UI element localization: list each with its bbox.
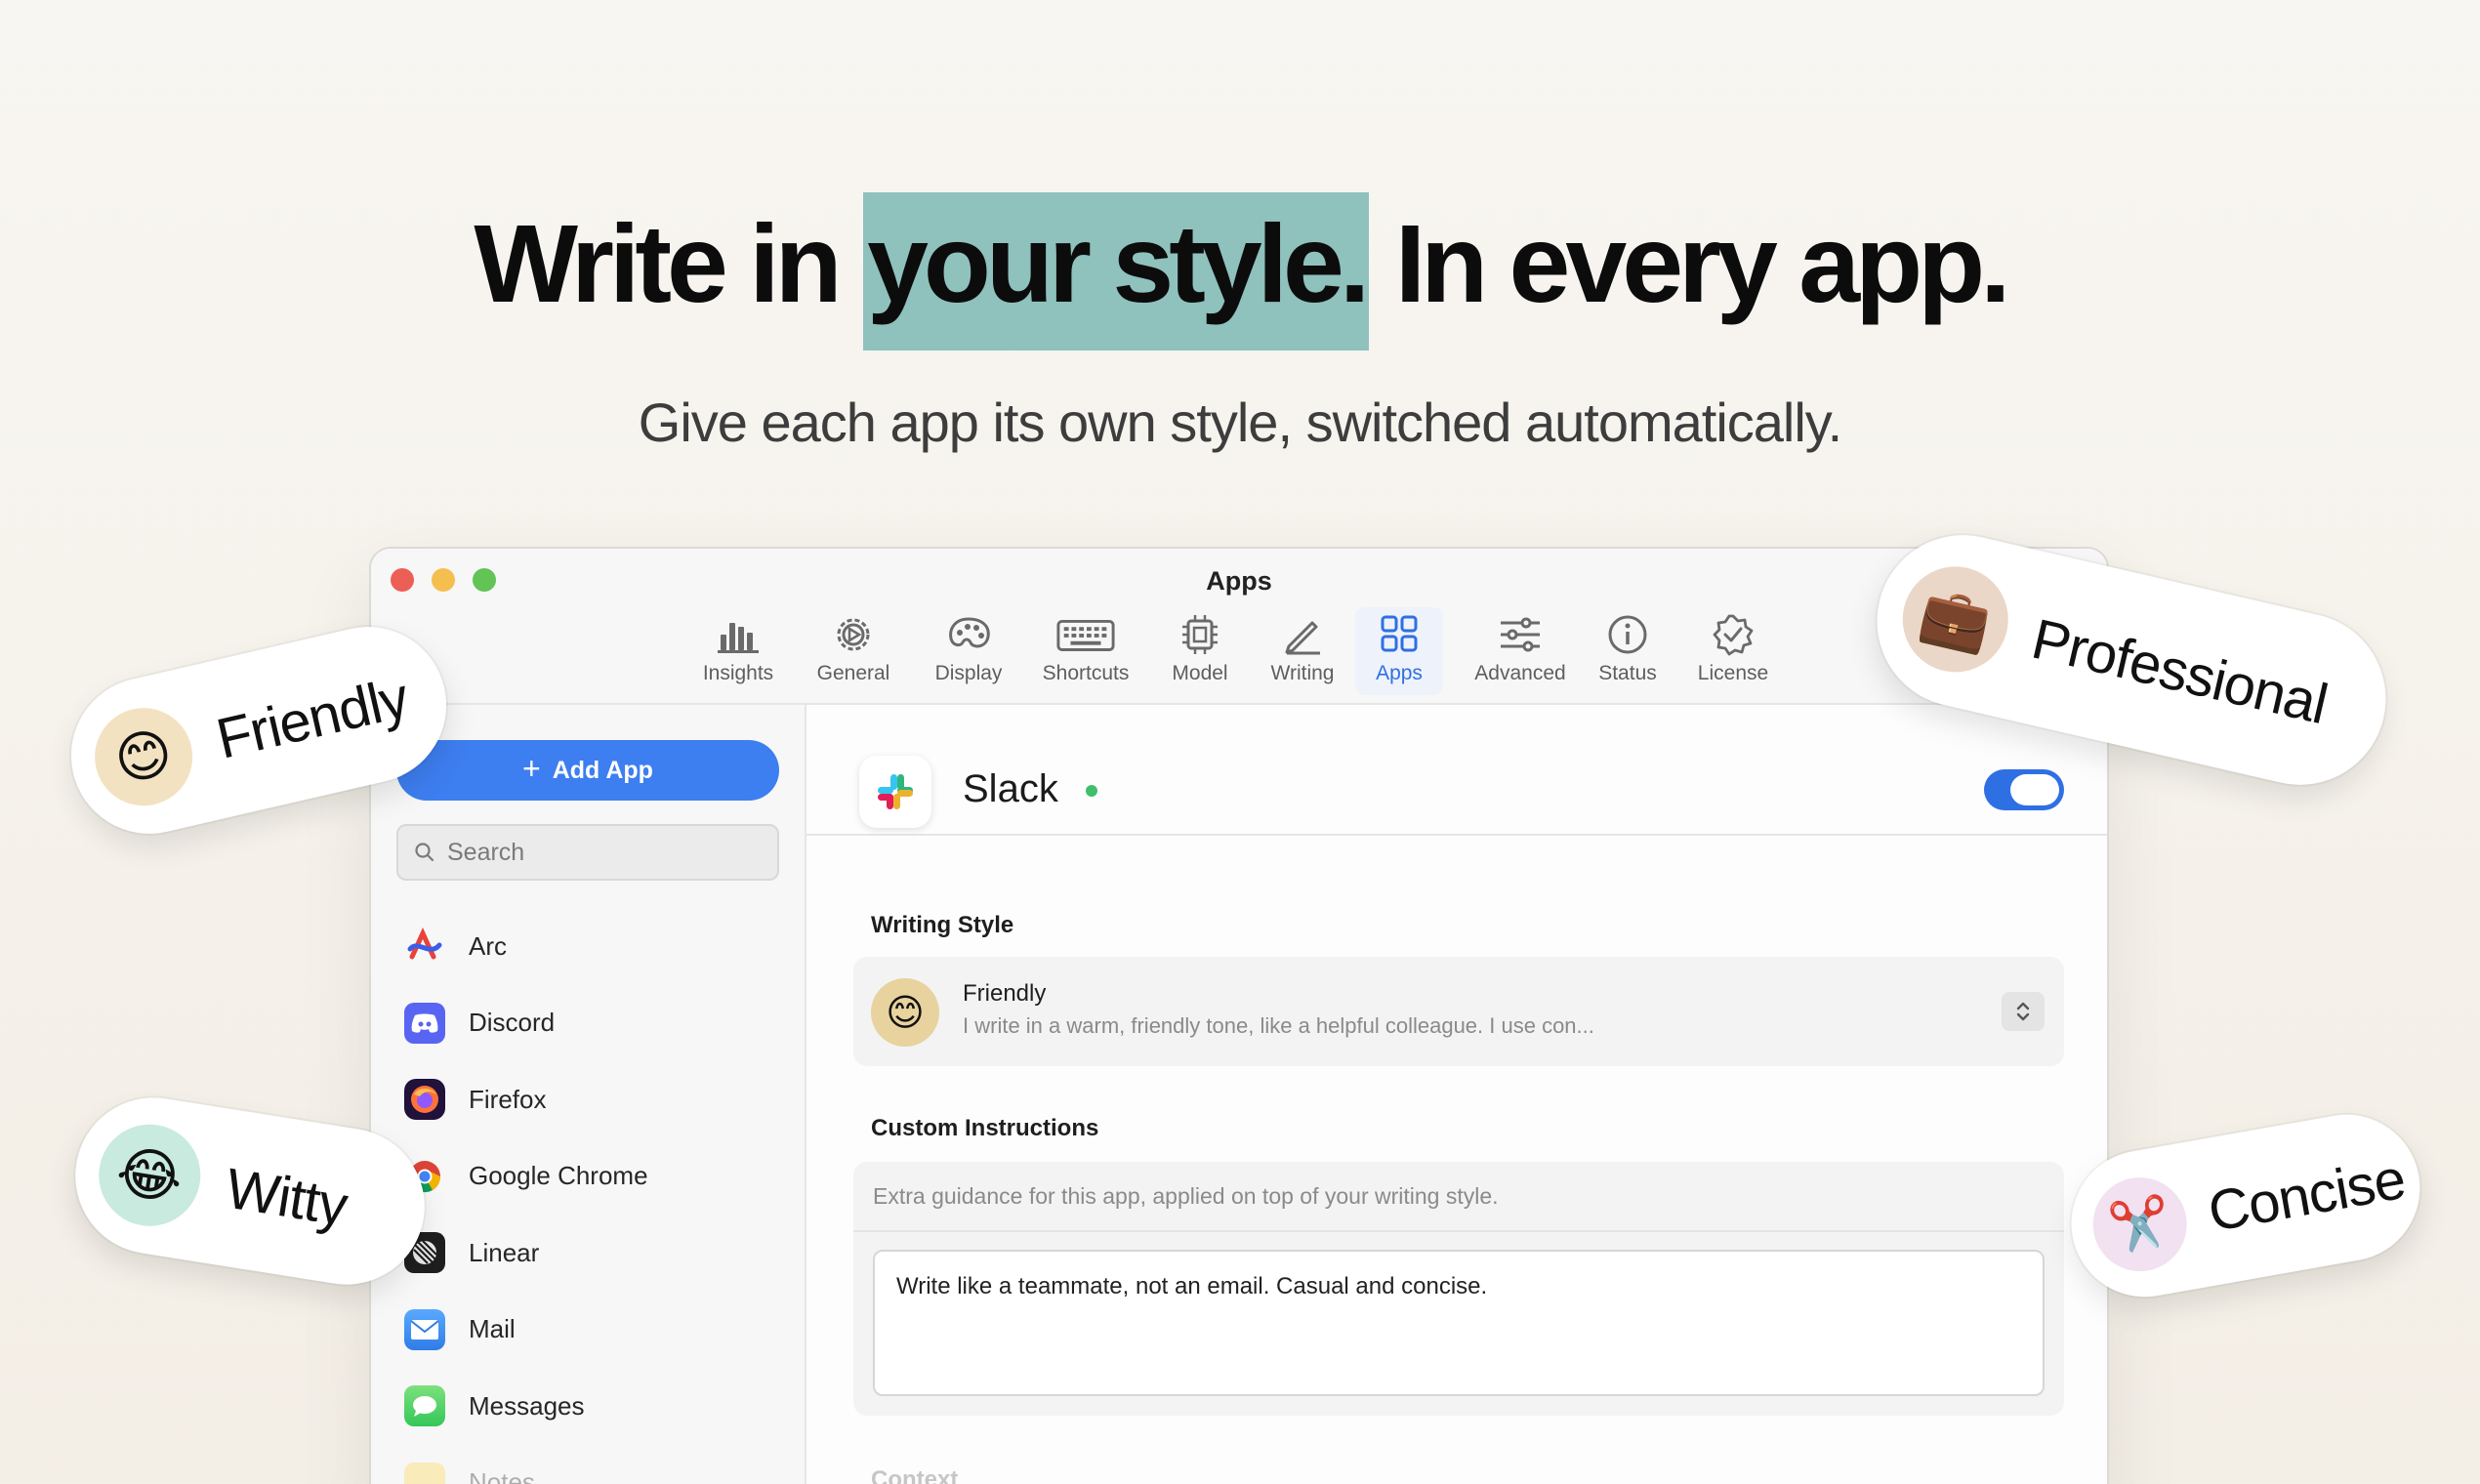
pencil-icon <box>1285 621 1320 655</box>
hero-title: Write in your style. In every app. <box>0 192 2480 350</box>
app-name: Arc <box>469 930 507 961</box>
list-item-firefox[interactable]: Firefox <box>404 1061 785 1138</box>
app-name: Mail <box>469 1314 516 1344</box>
firefox-icon <box>404 1079 445 1121</box>
search-input[interactable]: Search <box>396 824 779 881</box>
status-dot <box>1086 785 1097 797</box>
tab-apps[interactable]: Apps <box>1355 607 1443 695</box>
messages-icon <box>404 1385 445 1427</box>
search-icon <box>415 843 434 862</box>
tab-display[interactable]: Display <box>930 607 1008 695</box>
sliders-icon <box>1501 617 1540 652</box>
list-item-messages[interactable]: Messages <box>404 1368 785 1445</box>
list-item-discord[interactable]: Discord <box>404 985 785 1062</box>
list-item-notes[interactable]: Notes <box>404 1445 785 1484</box>
app-detail-panel: Slack Writing Style 😊 Friendly I write i… <box>806 705 2107 1484</box>
add-app-button[interactable]: + Add App <box>396 740 779 801</box>
tab-label: Advanced <box>1474 662 1566 684</box>
apps-sidebar: + Add App Search Arc Discord Firefox Goo… <box>371 705 806 1484</box>
tab-label: Shortcuts <box>1042 662 1130 684</box>
divider <box>853 1230 2064 1232</box>
tab-label: Insights <box>702 662 774 684</box>
list-item-google-chrome[interactable]: Google Chrome <box>404 1138 785 1216</box>
bar-chart-icon <box>718 623 759 653</box>
custom-instructions-textarea[interactable]: Write like a teammate, not an email. Cas… <box>873 1250 2045 1396</box>
pill-label: Concise <box>2203 1146 2410 1244</box>
app-list: Arc Discord Firefox Google Chrome Linear… <box>404 908 785 1484</box>
selected-app-name: Slack <box>963 767 1058 810</box>
slack-icon <box>859 756 931 828</box>
tab-label: Display <box>934 662 1003 684</box>
plus-icon: + <box>522 750 541 786</box>
app-name: Linear <box>469 1237 540 1267</box>
list-item-arc[interactable]: Arc <box>404 908 785 985</box>
keyboard-icon <box>1056 619 1115 651</box>
hero-title-highlight: your style. <box>863 192 1370 350</box>
context-heading: Context <box>871 1466 959 1484</box>
tab-license[interactable]: License <box>1691 607 1775 695</box>
app-name: Firefox <box>469 1084 547 1114</box>
writing-style-select[interactable]: 😊 Friendly I write in a warm, friendly t… <box>853 957 2064 1066</box>
style-description: I write in a warm, friendly tone, like a… <box>963 1013 1594 1038</box>
window-titlebar: Apps Insights General Display Shortcuts … <box>371 549 2107 705</box>
tab-label: General <box>816 662 890 684</box>
custom-instructions-hint: Extra guidance for this app, applied on … <box>873 1183 1499 1209</box>
tab-label: License <box>1697 662 1769 684</box>
window-title: Apps <box>1206 566 1272 596</box>
briefcase-icon: 💼 <box>1891 556 2019 683</box>
hero-title-start: Write in <box>474 202 864 325</box>
app-name: Messages <box>469 1390 585 1421</box>
chevron-up-down-icon[interactable] <box>2002 992 2045 1031</box>
info-icon <box>1608 615 1647 654</box>
gear-icon <box>837 618 870 651</box>
custom-instructions-card: Extra guidance for this app, applied on … <box>853 1162 2064 1416</box>
notes-icon <box>404 1462 445 1484</box>
custom-instructions-heading: Custom Instructions <box>871 1115 1099 1141</box>
search-placeholder: Search <box>447 838 525 866</box>
pill-label: Witty <box>222 1156 351 1238</box>
tab-label: Apps <box>1376 662 1423 684</box>
app-name: Discord <box>469 1008 556 1038</box>
tab-label: Status <box>1598 662 1657 684</box>
add-app-label: Add App <box>552 756 653 784</box>
settings-toolbar: Insights General Display Shortcuts Model… <box>371 607 2107 697</box>
grid-icon <box>1381 615 1418 652</box>
tab-insights[interactable]: Insights <box>699 607 777 695</box>
app-enabled-toggle[interactable] <box>1984 769 2064 810</box>
app-name: Google Chrome <box>469 1161 648 1191</box>
app-header: Slack <box>806 705 2107 836</box>
tab-advanced[interactable]: Advanced <box>1465 607 1576 695</box>
hero-subtitle: Give each app its own style, switched au… <box>638 392 1842 453</box>
settings-window: Apps Insights General Display Shortcuts … <box>369 547 2109 1484</box>
tab-model[interactable]: Model <box>1164 607 1236 695</box>
laughing-face-icon: 😂 <box>91 1117 208 1234</box>
pill-label: Friendly <box>210 665 414 771</box>
list-item-linear[interactable]: Linear <box>404 1215 785 1292</box>
tab-status[interactable]: Status <box>1593 607 1662 695</box>
style-name: Friendly <box>963 980 1047 1007</box>
tab-label: Model <box>1172 662 1228 684</box>
smiling-face-icon: 😊 <box>871 978 939 1047</box>
tab-general[interactable]: General <box>814 607 892 695</box>
mail-icon <box>404 1308 445 1350</box>
writing-style-heading: Writing Style <box>871 912 1014 938</box>
discord-icon <box>404 1002 445 1044</box>
scissors-icon: ✂️ <box>2086 1170 2195 1279</box>
smiling-face-icon: 😊 <box>85 698 203 816</box>
tab-label: Writing <box>1270 662 1335 684</box>
hero-title-end: In every app. <box>1369 202 2011 325</box>
list-item-mail[interactable]: Mail <box>404 1292 785 1369</box>
tab-writing[interactable]: Writing <box>1263 607 1342 695</box>
verified-badge-icon <box>1713 614 1754 656</box>
tab-shortcuts[interactable]: Shortcuts <box>1035 607 1137 695</box>
arc-icon <box>404 926 445 967</box>
toggle-knob <box>2010 774 2059 805</box>
palette-icon <box>949 617 990 648</box>
app-name: Notes <box>469 1467 535 1484</box>
pill-concise: ✂️ Concise <box>2059 1102 2432 1309</box>
pill-label: Professional <box>2026 606 2334 736</box>
chip-icon <box>1182 615 1218 654</box>
